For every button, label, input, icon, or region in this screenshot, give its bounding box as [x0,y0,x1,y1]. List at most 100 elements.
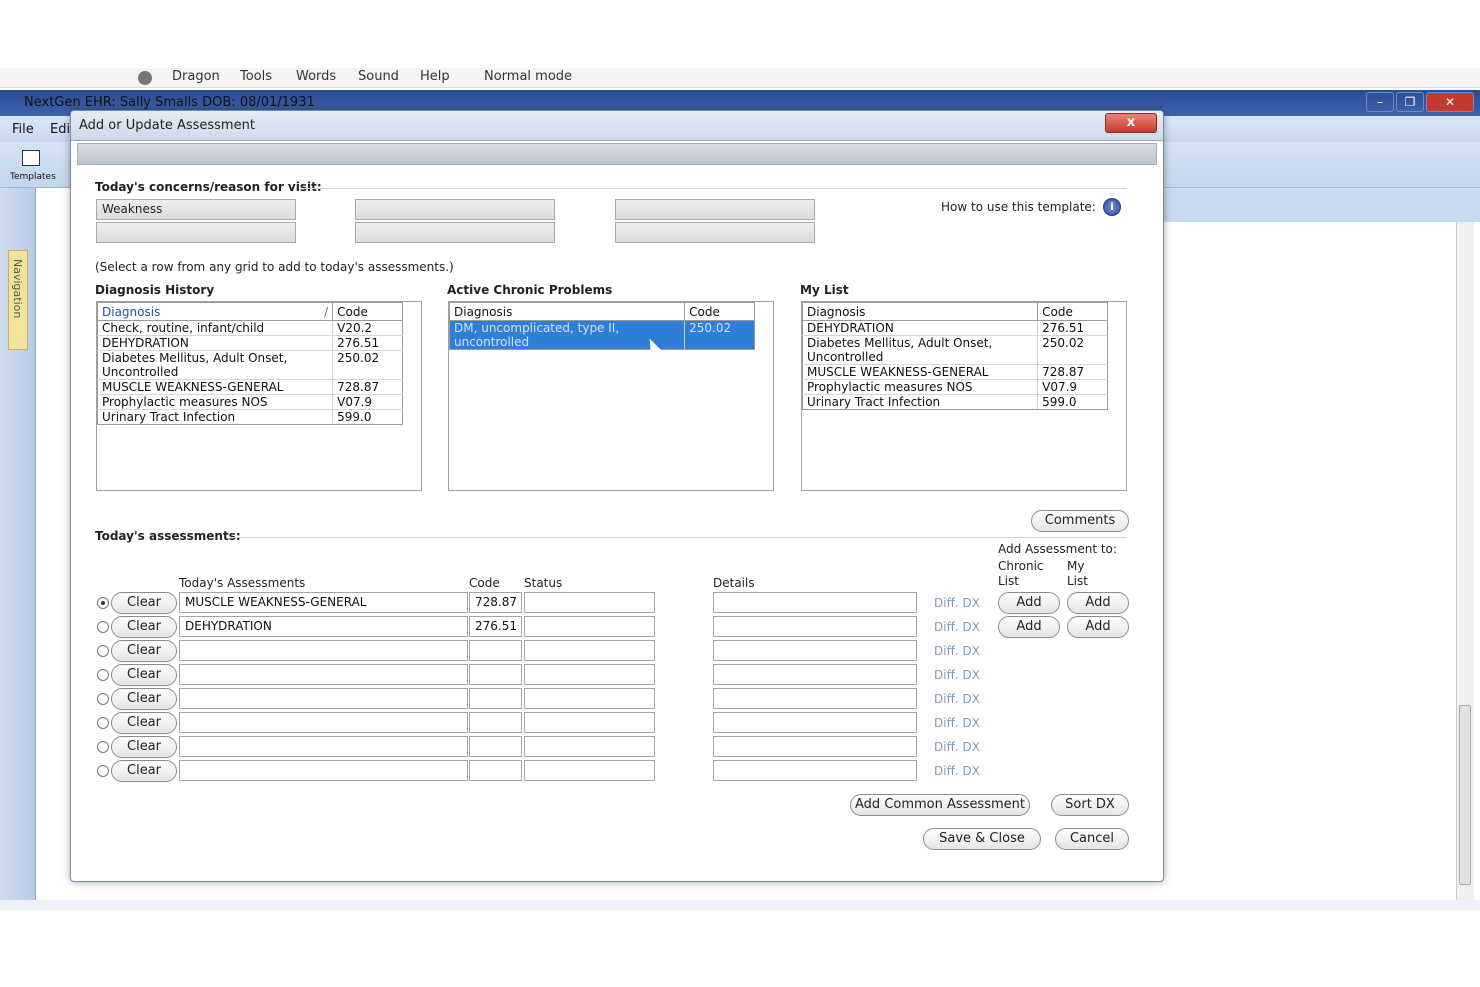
assessment-name-field[interactable] [179,640,468,661]
diagnosis-history-row[interactable]: Urinary Tract Infection 599.0 [96,409,403,425]
my-list-row[interactable]: Urinary Tract Infection 599.0 [801,394,1108,410]
diff-dx-link[interactable]: Diff. DX [934,740,980,754]
comments-button[interactable]: Comments [1031,510,1129,532]
navigation-tab[interactable]: Navigation [8,250,28,350]
my-list-row[interactable]: Diabetes Mellitus, Adult Onset, Uncontro… [801,335,1108,365]
clear-button[interactable]: Clear [111,616,177,638]
assessment-status-field[interactable] [524,760,655,781]
right-scrollbar-thumb[interactable] [1459,705,1471,885]
clear-button[interactable]: Clear [111,688,177,710]
diff-dx-link[interactable]: Diff. DX [934,596,980,610]
assessment-details-field[interactable] [713,616,917,637]
assessment-details-field[interactable] [713,688,917,709]
diagnosis-history-row[interactable]: DEHYDRATION 276.51 [96,335,403,351]
diagnosis-history-row[interactable]: MUSCLE WEAKNESS-GENERAL 728.87 [96,379,403,395]
assessment-details-field[interactable] [713,592,917,613]
add-common-assessment-button[interactable]: Add Common Assessment [850,794,1030,816]
assessment-code-field[interactable] [469,664,522,685]
assessment-details-field[interactable] [713,760,917,781]
diagnosis-history-header-code[interactable]: Code [332,302,403,321]
assessment-row-radio[interactable] [97,717,109,729]
save-close-button[interactable]: Save & Close [923,828,1041,850]
assessment-details-field[interactable] [713,712,917,733]
assessment-code-field[interactable] [469,760,522,781]
clear-button[interactable]: Clear [111,712,177,734]
assessment-code-field[interactable] [469,688,522,709]
assessment-status-field[interactable] [524,736,655,757]
diff-dx-link[interactable]: Diff. DX [934,620,980,634]
info-icon[interactable]: i [1103,198,1121,216]
assessment-status-field[interactable] [524,592,655,613]
assessment-row-radio[interactable] [97,693,109,705]
sort-dx-button[interactable]: Sort DX [1051,794,1129,816]
chronic-problems-header-code[interactable]: Code [684,302,755,321]
concern-field-1[interactable]: Weakness [96,199,296,220]
assessment-row-radio[interactable] [97,645,109,657]
assessment-details-field[interactable] [713,664,917,685]
assessment-details-field[interactable] [713,736,917,757]
add-to-my-list-button[interactable]: Add [1067,592,1129,614]
clear-button[interactable]: Clear [111,664,177,686]
assessment-name-field[interactable] [179,712,468,733]
dragon-menu-words[interactable]: Words [296,69,336,84]
assessment-status-field[interactable] [524,712,655,733]
clear-button[interactable]: Clear [111,640,177,662]
dragon-menu-tools[interactable]: Tools [240,69,272,84]
cancel-button[interactable]: Cancel [1055,828,1129,850]
menu-file[interactable]: File [12,122,34,137]
chronic-problems-header-diagnosis[interactable]: Diagnosis [448,302,686,321]
my-list-header-diagnosis[interactable]: Diagnosis [801,302,1039,321]
assessment-code-field[interactable] [469,712,522,733]
assessment-row-radio[interactable] [97,765,109,777]
dialog-close-icon[interactable]: x [1105,113,1157,133]
assessment-details-field[interactable] [713,640,917,661]
dragon-menu-help[interactable]: Help [420,69,450,84]
my-list-row[interactable]: Prophylactic measures NOS V07.9 [801,379,1108,395]
assessment-name-field[interactable] [179,664,468,685]
close-icon[interactable]: ✕ [1426,92,1474,112]
assessment-name-field[interactable]: DEHYDRATION [179,616,468,637]
assessment-status-field[interactable] [524,616,655,637]
diagnosis-history-row[interactable]: Diabetes Mellitus, Adult Onset, Uncontro… [96,350,403,380]
diagnosis-history-row[interactable]: Check, routine, infant/child V20.2 [96,320,403,336]
diff-dx-link[interactable]: Diff. DX [934,764,980,778]
assessment-name-field[interactable] [179,736,468,757]
add-to-chronic-list-button[interactable]: Add [998,616,1060,638]
menu-edit[interactable]: Edi [50,122,70,137]
chronic-problems-row[interactable]: DM, uncomplicated, type II, uncontrolled… [448,320,755,350]
assessment-status-field[interactable] [524,640,655,661]
diagnosis-history-header-diagnosis[interactable]: Diagnosis / [96,302,334,321]
assessment-status-field[interactable] [524,688,655,709]
minimize-icon[interactable]: – [1366,92,1394,112]
assessment-code-field[interactable]: 728.87 [469,592,522,613]
assessment-status-field[interactable] [524,664,655,685]
diff-dx-link[interactable]: Diff. DX [934,692,980,706]
assessment-name-field[interactable]: MUSCLE WEAKNESS-GENERAL [179,592,468,613]
clear-button[interactable]: Clear [111,592,177,614]
assessment-code-field[interactable] [469,640,522,661]
diff-dx-link[interactable]: Diff. DX [934,668,980,682]
assessment-name-field[interactable] [179,688,468,709]
concern-field-4[interactable] [355,222,555,243]
concern-field-6[interactable] [615,222,815,243]
concern-field-5[interactable] [615,199,815,220]
assessment-row-radio[interactable] [97,597,109,609]
restore-icon[interactable]: ❐ [1396,92,1424,112]
concern-field-2[interactable] [96,222,296,243]
add-to-chronic-list-button[interactable]: Add [998,592,1060,614]
assessment-code-field[interactable]: 276.51 [469,616,522,637]
assessment-row-radio[interactable] [97,621,109,633]
dragon-menu-sound[interactable]: Sound [358,69,399,84]
templates-icon[interactable] [22,150,40,166]
diff-dx-link[interactable]: Diff. DX [934,716,980,730]
my-list-header-code[interactable]: Code [1037,302,1108,321]
my-list-row[interactable]: MUSCLE WEAKNESS-GENERAL 728.87 [801,364,1108,380]
assessment-name-field[interactable] [179,760,468,781]
my-list-row[interactable]: DEHYDRATION 276.51 [801,320,1108,336]
clear-button[interactable]: Clear [111,736,177,758]
assessment-row-radio[interactable] [97,669,109,681]
diff-dx-link[interactable]: Diff. DX [934,644,980,658]
assessment-row-radio[interactable] [97,741,109,753]
concern-field-3[interactable] [355,199,555,220]
add-to-my-list-button[interactable]: Add [1067,616,1129,638]
